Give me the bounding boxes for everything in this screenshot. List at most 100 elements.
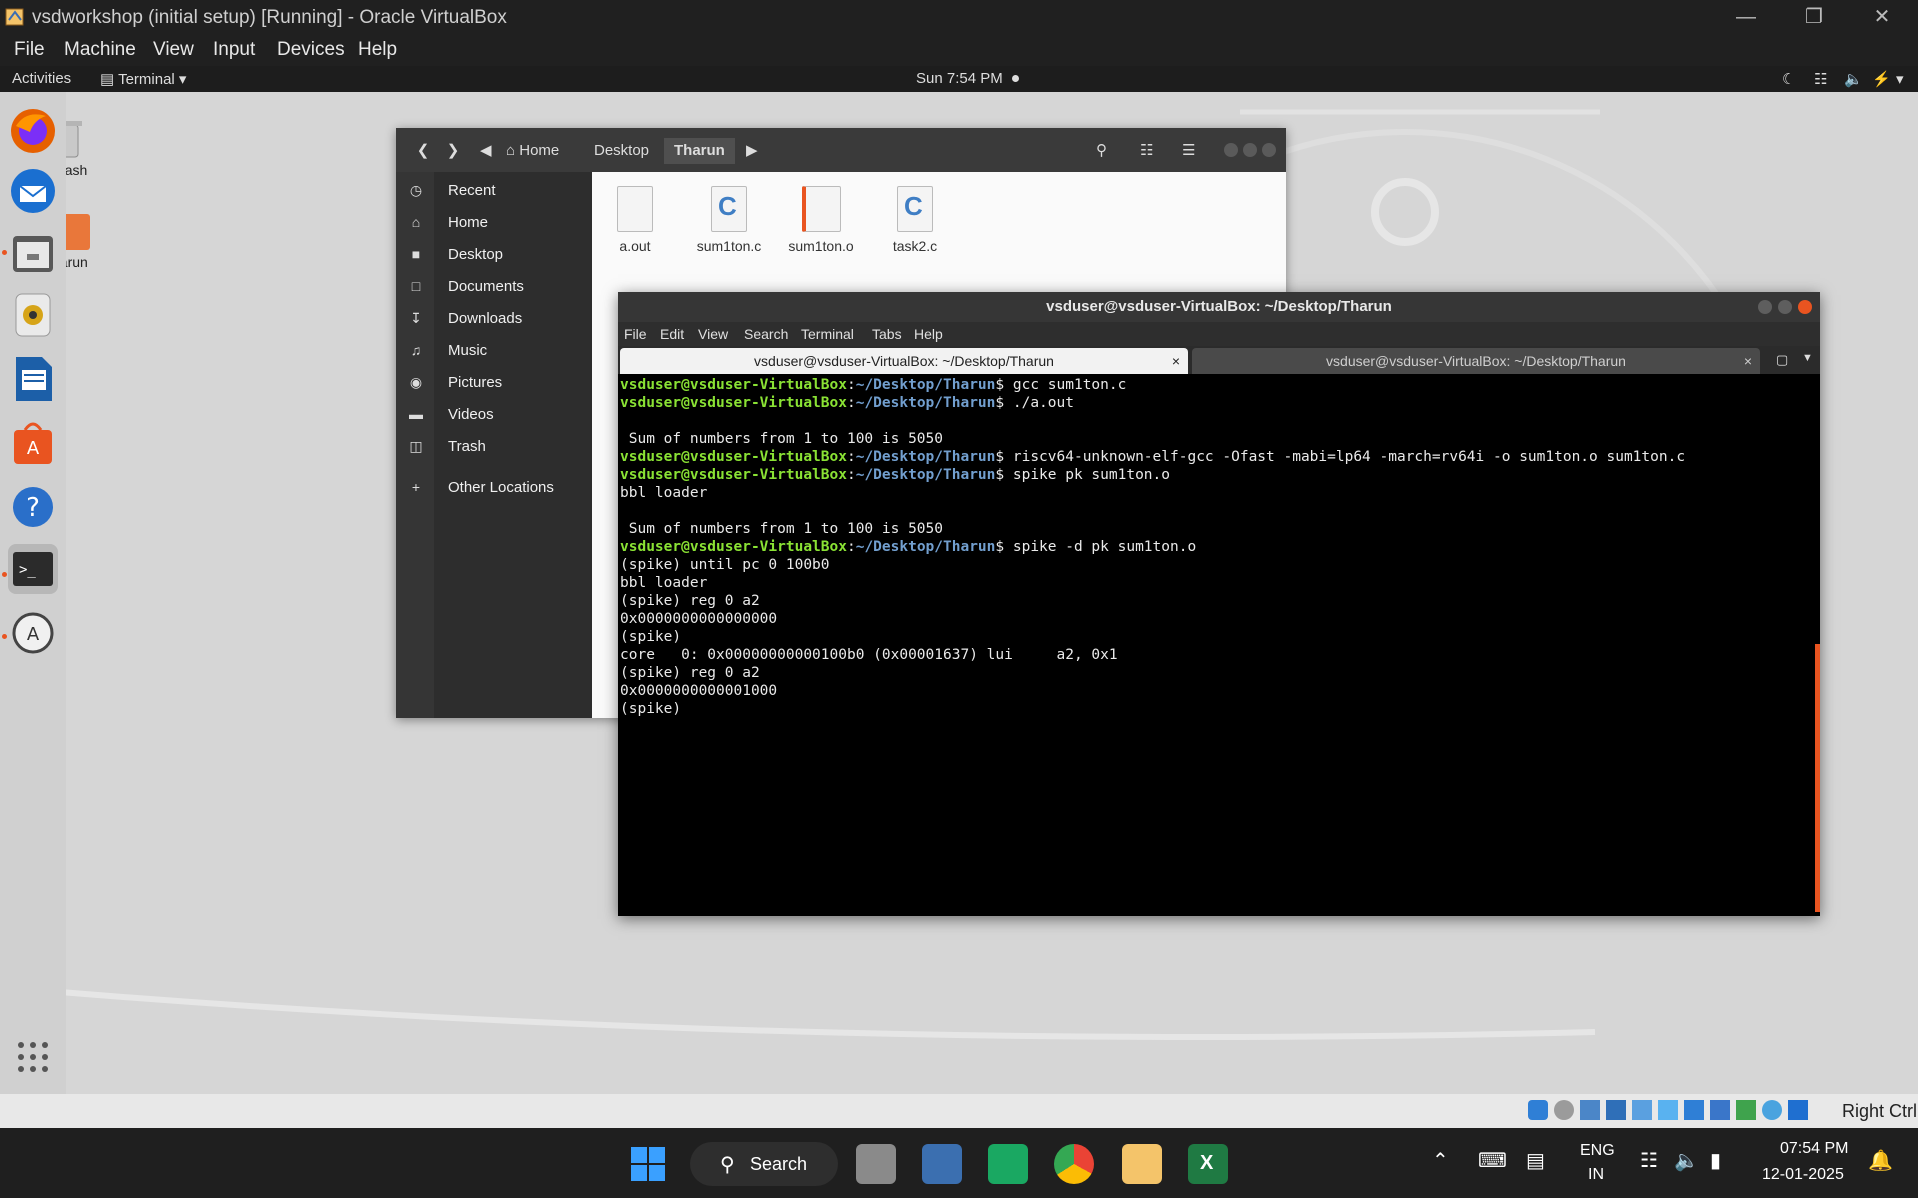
menu-devices[interactable]: Devices bbox=[277, 39, 345, 61]
term-menu-search[interactable]: Search bbox=[744, 326, 788, 342]
rhythmbox-icon[interactable] bbox=[8, 290, 58, 340]
menu-help[interactable]: Help bbox=[358, 39, 397, 61]
recording-icon[interactable] bbox=[1710, 1100, 1730, 1120]
show-applications-icon[interactable] bbox=[8, 1032, 58, 1082]
sidebar-item-recent[interactable]: ◷ Recent bbox=[396, 176, 592, 206]
files-icon[interactable] bbox=[8, 228, 58, 278]
sidebar-item-videos[interactable]: ▬ Videos bbox=[396, 400, 592, 430]
terminal-close-button[interactable] bbox=[1798, 300, 1812, 314]
night-light-icon[interactable]: ☾ bbox=[1782, 70, 1795, 88]
virtualbox-icon[interactable] bbox=[1122, 1144, 1162, 1184]
display-icon[interactable] bbox=[1684, 1100, 1704, 1120]
battery-icon[interactable]: ▮ bbox=[1710, 1148, 1721, 1173]
keyboard-capture-icon[interactable] bbox=[1788, 1100, 1808, 1120]
terminal-icon[interactable]: >_ bbox=[8, 544, 58, 594]
help-icon[interactable]: ? bbox=[8, 482, 58, 532]
software-store-icon[interactable]: A bbox=[8, 418, 58, 468]
windows-start-icon[interactable] bbox=[628, 1144, 668, 1184]
task-view-icon[interactable] bbox=[856, 1144, 896, 1184]
terminal-minimize-button[interactable] bbox=[1758, 300, 1772, 314]
term-menu-terminal[interactable]: Terminal bbox=[801, 326, 854, 342]
keyboard-icon[interactable]: ⌨ bbox=[1478, 1148, 1507, 1173]
sidebar-item-desktop[interactable]: ■ Desktop bbox=[396, 240, 592, 270]
speaker-icon[interactable]: 🔈 bbox=[1674, 1148, 1699, 1173]
crumb-desktop[interactable]: Desktop bbox=[594, 138, 649, 164]
file-item-task2-c[interactable]: C task2.c bbox=[872, 182, 958, 262]
term-menu-tabs[interactable]: Tabs bbox=[872, 326, 902, 342]
sidebar-item-pictures[interactable]: ◉ Pictures bbox=[396, 368, 592, 398]
file-item-sum1ton-o[interactable]: sum1ton.o bbox=[778, 182, 864, 262]
view-options-icon[interactable]: ☷ bbox=[1140, 138, 1153, 164]
tab-menu-arrow-icon[interactable]: ▼ bbox=[1802, 352, 1813, 364]
close-tab-icon[interactable]: × bbox=[1172, 348, 1180, 374]
menu-input[interactable]: Input bbox=[213, 39, 255, 61]
hdd-icon[interactable] bbox=[1528, 1100, 1548, 1120]
software-updater-icon[interactable]: A bbox=[8, 608, 58, 658]
file-item-sum1ton-c[interactable]: C sum1ton.c bbox=[686, 182, 772, 262]
menu-view[interactable]: View bbox=[153, 39, 194, 61]
cpu-icon[interactable] bbox=[1736, 1100, 1756, 1120]
restore-button[interactable]: ❐ bbox=[1780, 0, 1848, 34]
shared-folders-icon[interactable] bbox=[1658, 1100, 1678, 1120]
activities-button[interactable]: Activities bbox=[12, 70, 71, 87]
touchpad-icon[interactable]: ▤ bbox=[1526, 1148, 1545, 1173]
term-menu-edit[interactable]: Edit bbox=[660, 326, 684, 342]
sidebar-item-downloads[interactable]: ↧ Downloads bbox=[396, 304, 592, 334]
hamburger-menu-icon[interactable]: ☰ bbox=[1182, 138, 1195, 164]
language-indicator[interactable]: ENG bbox=[1580, 1142, 1615, 1160]
system-menu-arrow-icon[interactable]: ▾ bbox=[1896, 70, 1904, 88]
terminal-app-menu[interactable]: ▤ Terminal ▾ bbox=[100, 70, 186, 88]
forward-button[interactable]: ❯ bbox=[440, 138, 466, 164]
clock[interactable]: Sun 7:54 PM bbox=[916, 70, 1003, 87]
search-icon[interactable]: ⚲ bbox=[1096, 138, 1107, 164]
volume-icon[interactable]: 🔈 bbox=[1844, 70, 1863, 88]
app-icon[interactable] bbox=[922, 1144, 962, 1184]
tab-active[interactable]: vsduser@vsduser-VirtualBox: ~/Desktop/Th… bbox=[620, 348, 1188, 374]
term-menu-view[interactable]: View bbox=[698, 326, 728, 342]
show-hidden-icons-icon[interactable]: ⌃ bbox=[1432, 1148, 1449, 1173]
close-button[interactable]: ✕ bbox=[1848, 0, 1916, 34]
app-icon[interactable] bbox=[988, 1144, 1028, 1184]
excel-icon[interactable]: X bbox=[1188, 1144, 1228, 1184]
crumb-right-arrow-icon[interactable]: ▶ bbox=[746, 138, 758, 164]
mouse-integration-icon[interactable] bbox=[1762, 1100, 1782, 1120]
tab-inactive[interactable]: vsduser@vsduser-VirtualBox: ~/Desktop/Th… bbox=[1192, 348, 1760, 374]
wifi-icon[interactable]: ☷ bbox=[1640, 1148, 1658, 1173]
sidebar-item-other-locations[interactable]: + Other Locations bbox=[396, 473, 592, 503]
chrome-icon[interactable] bbox=[1054, 1144, 1094, 1184]
terminal-output[interactable]: vsduser@vsduser-VirtualBox:~/Desktop/Tha… bbox=[620, 376, 1812, 912]
menu-machine[interactable]: Machine bbox=[64, 39, 136, 61]
minimize-button[interactable]: — bbox=[1712, 0, 1780, 34]
sidebar-item-trash[interactable]: ◫ Trash bbox=[396, 432, 592, 462]
term-menu-file[interactable]: File bbox=[624, 326, 647, 342]
network-icon[interactable]: ☷ bbox=[1814, 70, 1827, 88]
files-maximize-button[interactable] bbox=[1243, 143, 1257, 157]
file-item-a-out[interactable]: a.out bbox=[592, 182, 678, 262]
libreoffice-writer-icon[interactable] bbox=[8, 354, 58, 404]
audio-icon[interactable] bbox=[1580, 1100, 1600, 1120]
files-close-button[interactable] bbox=[1262, 143, 1276, 157]
term-menu-help[interactable]: Help bbox=[914, 326, 943, 342]
taskbar-time[interactable]: 07:54 PM bbox=[1780, 1140, 1848, 1158]
sidebar-item-home[interactable]: ⌂ Home bbox=[396, 208, 592, 238]
files-minimize-button[interactable] bbox=[1224, 143, 1238, 157]
close-tab-icon[interactable]: × bbox=[1744, 348, 1752, 374]
power-icon[interactable]: ⚡ bbox=[1872, 70, 1891, 88]
sidebar-item-music[interactable]: ♫ Music bbox=[396, 336, 592, 366]
usb-icon[interactable] bbox=[1632, 1100, 1652, 1120]
terminal-maximize-button[interactable] bbox=[1778, 300, 1792, 314]
crumb-home[interactable]: ⌂ Home bbox=[506, 138, 559, 164]
optical-drive-icon[interactable] bbox=[1554, 1100, 1574, 1120]
notification-bell-icon[interactable]: 🔔 bbox=[1868, 1148, 1893, 1173]
crumb-tharun[interactable]: Tharun bbox=[664, 138, 735, 164]
sidebar-item-documents[interactable]: □ Documents bbox=[396, 272, 592, 302]
firefox-icon[interactable] bbox=[8, 106, 58, 156]
taskbar-date[interactable]: 12-01-2025 bbox=[1762, 1166, 1844, 1184]
back-button[interactable]: ❮ bbox=[410, 138, 436, 164]
terminal-scrollbar[interactable] bbox=[1815, 644, 1820, 912]
menu-file[interactable]: File bbox=[14, 39, 45, 61]
thunderbird-icon[interactable] bbox=[8, 166, 58, 216]
crumb-left-arrow-icon[interactable]: ◀ bbox=[480, 138, 492, 164]
network-adapter-icon[interactable] bbox=[1606, 1100, 1626, 1120]
taskbar-search[interactable]: ⚲ Search bbox=[690, 1142, 838, 1186]
